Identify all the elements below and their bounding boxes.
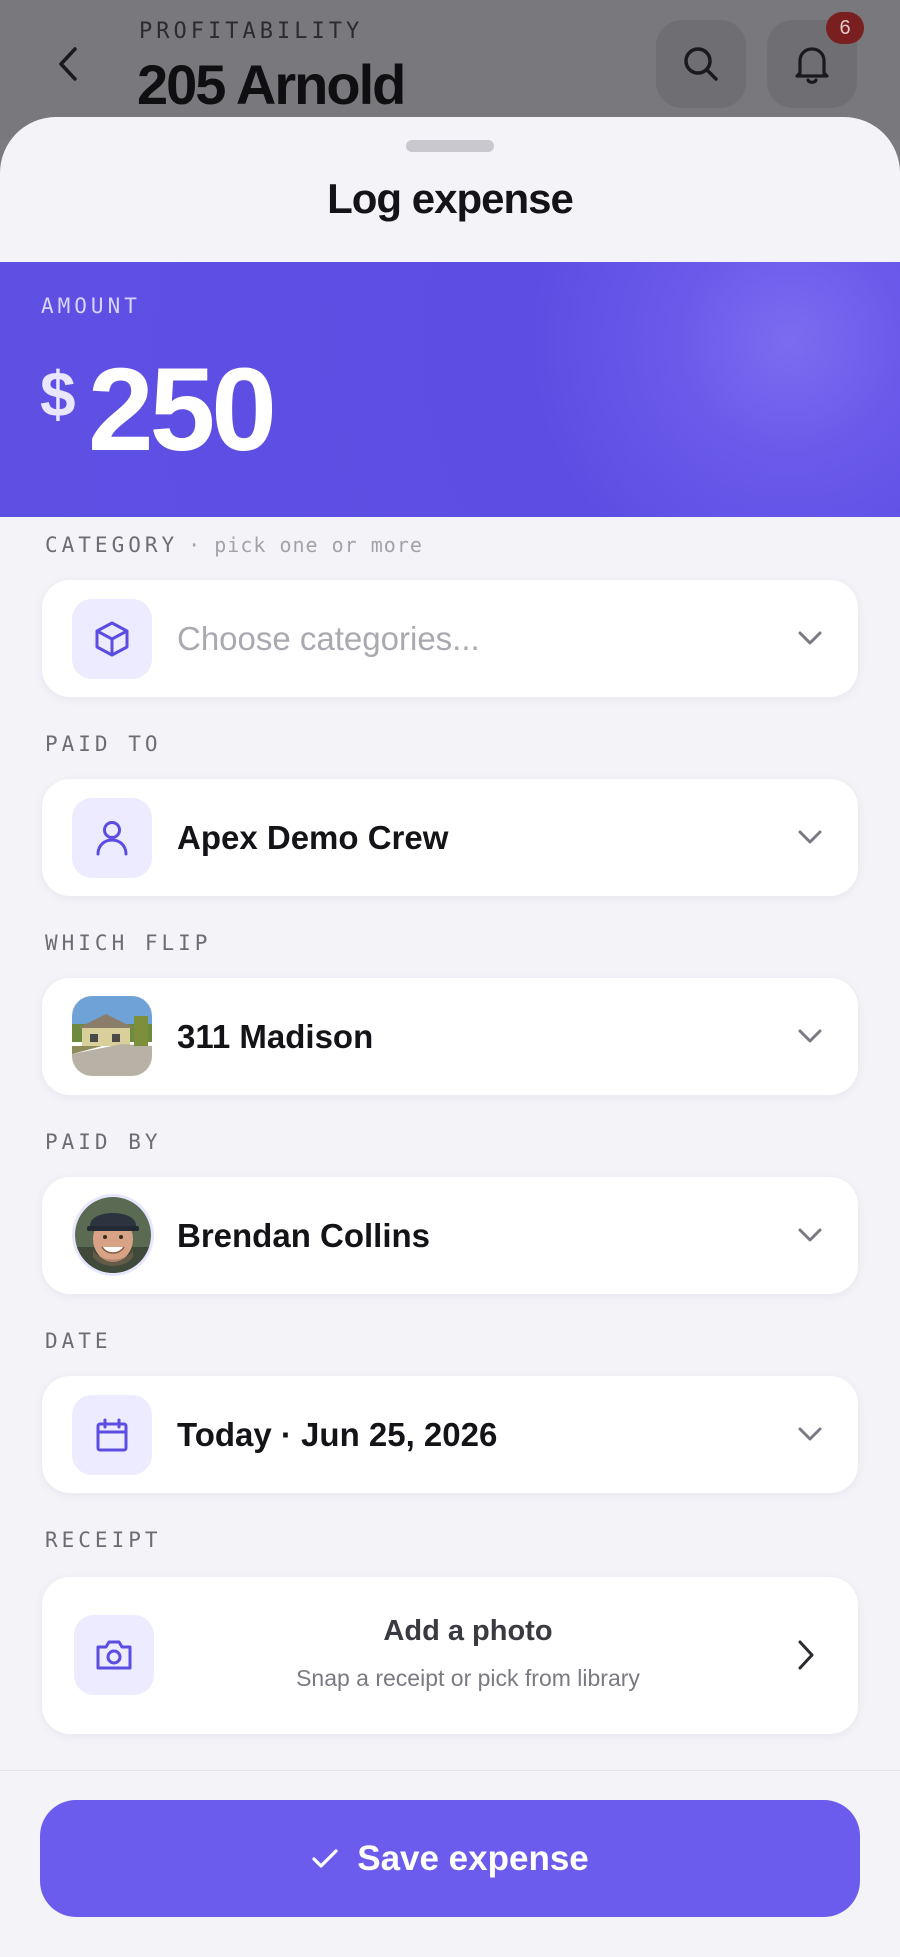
receipt-subtitle: Snap a receipt or pick from library [296, 1665, 640, 1691]
calendar-icon [96, 1418, 128, 1452]
bell-icon [795, 47, 829, 84]
back-button[interactable] [48, 40, 88, 88]
which-flip-value: 311 Madison [177, 1017, 374, 1055]
paid-by-label: PAID BY [45, 1130, 162, 1154]
search-button[interactable] [656, 20, 746, 108]
page-eyebrow: PROFITABILITY [139, 19, 364, 44]
person-icon [96, 821, 128, 856]
amount-value[interactable]: 250 [88, 342, 277, 478]
log-expense-sheet: Log expense AMOUNT $ 250 CATEGORY · pick … [0, 117, 900, 1957]
date-value: Today · Jun 25, 2026 [177, 1415, 498, 1453]
search-icon [684, 47, 718, 81]
date-label: DATE [45, 1329, 112, 1353]
chevron-down-icon [790, 1016, 830, 1056]
save-expense-label: Save expense [357, 1838, 589, 1878]
checkmark-icon [312, 1848, 338, 1868]
category-label-text: CATEGORY [45, 533, 179, 557]
paid-by-select[interactable]: Brendan Collins [42, 1177, 858, 1294]
page-title: 205 Arnold [137, 53, 406, 116]
paid-to-icon-tile [72, 798, 152, 878]
receipt-label: RECEIPT [45, 1528, 162, 1552]
category-placeholder: Choose categories... [177, 619, 480, 657]
sheet-grabber[interactable] [406, 140, 494, 152]
paid-by-value: Brendan Collins [177, 1216, 431, 1254]
avatar [72, 1194, 154, 1276]
paid-to-select[interactable]: Apex Demo Crew [42, 779, 858, 896]
paid-to-label: PAID TO [45, 732, 162, 756]
category-label: CATEGORY · pick one or more [45, 533, 423, 557]
category-select[interactable]: Choose categories... [42, 580, 858, 697]
chevron-down-icon [790, 1215, 830, 1255]
property-thumbnail [72, 996, 152, 1076]
category-icon-tile [72, 599, 152, 679]
sheet-title: Log expense [327, 175, 574, 222]
date-select[interactable]: Today · Jun 25, 2026 [42, 1376, 858, 1493]
amount-panel[interactable]: AMOUNT $ 250 [0, 262, 900, 517]
chevron-down-icon [790, 1414, 830, 1454]
save-expense-button[interactable]: Save expense [40, 1800, 860, 1917]
notification-badge: 6 [826, 12, 864, 44]
currency-symbol: $ [40, 358, 76, 430]
which-flip-label: WHICH FLIP [45, 931, 212, 955]
chevron-right-icon [786, 1635, 826, 1675]
add-receipt-button[interactable]: Add a photo Snap a receipt or pick from … [42, 1577, 858, 1734]
date-icon-tile [72, 1395, 152, 1475]
which-flip-select[interactable]: 311 Madison [42, 978, 858, 1095]
paid-to-value: Apex Demo Crew [177, 818, 449, 856]
category-hint: · pick one or more [188, 533, 423, 557]
chevron-down-icon [790, 817, 830, 857]
receipt-title: Add a photo [383, 1615, 553, 1647]
box-icon [95, 621, 129, 657]
amount-label: AMOUNT [41, 294, 141, 318]
chevron-down-icon [790, 618, 830, 658]
chevron-left-icon [59, 47, 77, 81]
